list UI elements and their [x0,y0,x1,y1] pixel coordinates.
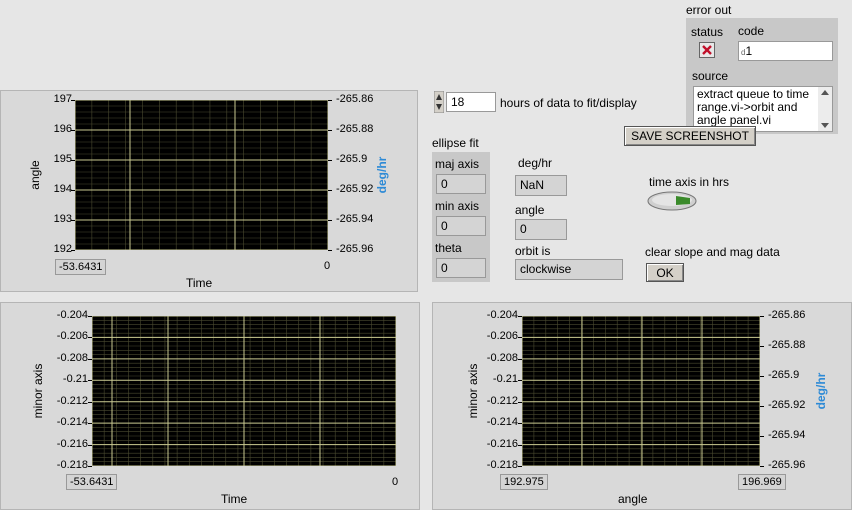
axis-tick-mark [328,130,332,131]
graph2-y-tick-label: -0.216 [56,437,88,450]
graph3-y2-tick-label: -265.96 [768,459,806,471]
graph1-y-tick-label: 196 [53,123,72,135]
graph2-x-min[interactable]: -53.6431 [66,474,118,490]
axis-tick-mark [760,376,764,377]
theta-value: 0 [436,258,486,278]
graph3-y-tick-label: -0.204 [486,309,518,321]
axis-tick-mark [71,250,75,251]
graph1-y-tick-label: 195 [53,153,72,165]
axis-tick-mark [88,466,92,467]
graph3-y-tick-label: -0.214 [486,416,518,429]
axis-tick-mark [328,100,332,101]
axis-tick-mark [760,436,764,437]
graph1-y-tick-label: 194 [53,183,72,195]
graph2-plot-area[interactable] [92,316,396,466]
scroll-arrows-icon[interactable] [818,87,832,131]
graph1-plot-area[interactable] [75,100,328,250]
graph1-y2-tick-label: -265.94 [336,213,374,225]
error-code-label: code [738,24,765,38]
axis-tick-mark [328,250,332,251]
graph3-x-min[interactable]: 192.975 [500,474,548,490]
graph1-y2-tick-label: -265.92 [336,183,374,195]
error-source-scrollbar[interactable] [818,87,832,131]
error-source-label: source [692,69,729,83]
save-screenshot-button[interactable]: SAVE SCREENSHOT [624,126,756,146]
angle-indicator-label: angle [515,203,545,217]
deg-hr-value: NaN [515,175,567,196]
deg-hr-label: deg/hr [518,156,553,170]
axis-tick-mark [328,220,332,221]
graph2-y-label: minor axis [31,363,45,419]
clear-label: clear slope and mag data [645,245,780,259]
axis-tick-mark [328,190,332,191]
graph1-y-tick-label: 192 [53,243,72,255]
graph3-y-tick-label: -0.218 [486,459,518,471]
graph2-y-tick-label: -0.21 [62,373,88,386]
graph3-y2-label: deg/hr [814,372,828,410]
graph3-y2-tick-label: -265.92 [768,399,806,411]
graph3-y-tick-label: -0.206 [486,330,518,343]
axis-tick-mark [328,160,332,161]
graph2-x-max: 0 [392,476,399,488]
graph1-y2-tick-label: -265.86 [336,93,374,105]
graph1-y2-tick-label: -265.9 [336,153,368,165]
graph1-y2-tick-label: -265.88 [336,123,374,135]
maj-axis-label: maj axis [435,157,480,171]
graph3-x-label: angle [618,492,648,506]
time-axis-label: time axis in hrs [649,175,730,189]
orbit-value: clockwise [515,259,623,280]
error-code-field[interactable]: d1 [738,41,833,61]
graph3-y2-tick-label: -265.9 [768,369,800,381]
graph1-y2-tick-label: -265.96 [336,243,374,255]
maj-axis-value: 0 [436,174,486,194]
error-status-label: status [691,25,724,39]
graph1-x-min[interactable]: -53.6431 [55,259,107,275]
min-axis-value: 0 [436,216,486,236]
graph1-y-tick-label: 197 [53,93,72,105]
axis-tick-mark [518,466,522,467]
graph2-y-tick-label: -0.214 [56,416,88,429]
stepper-arrows-icon[interactable] [433,90,445,114]
angle-indicator-value: 0 [515,219,567,240]
axis-tick-mark [760,406,764,407]
graph2-y-tick-label: -0.206 [56,330,88,343]
error-source-text: extract queue to time range.vi->orbit an… [697,87,810,127]
hours-stepper[interactable] [433,90,445,114]
time-axis-toggle[interactable] [646,190,698,212]
graph3-x-max[interactable]: 196.969 [738,474,786,490]
graph1-y-tick-label: 193 [53,213,72,225]
min-axis-label: min axis [435,199,480,213]
graph3-plot-area[interactable] [522,316,760,466]
graph3-y-tick-label: -0.21 [492,373,518,386]
graph1-x-max: 0 [324,260,331,272]
graph2-y-tick-label: -0.218 [56,459,88,471]
error-code-value: 1 [745,44,753,58]
graph3-y-tick-label: -0.212 [486,394,518,407]
graph1-y2-label: deg/hr [375,156,389,194]
graph3-y-tick-label: -0.208 [486,351,518,364]
clear-ok-button[interactable]: OK [646,263,684,282]
graph2-y-tick-label: -0.208 [56,351,88,364]
axis-tick-mark [760,346,764,347]
axis-tick-mark [760,466,764,467]
error-status-x-icon [699,42,715,58]
toggle-switch-icon[interactable] [646,190,698,212]
graph3-y-label: minor axis [466,363,480,419]
axis-tick-mark [760,316,764,317]
graph1-x-label: Time [186,276,213,290]
graph3-y-tick-label: -0.216 [486,437,518,450]
graph2-y-tick-label: -0.212 [56,394,88,407]
hours-input[interactable]: 18 [446,92,496,112]
orbit-label: orbit is [515,244,551,258]
graph2-y-tick-label: -0.204 [56,309,88,321]
graph3-y2-tick-label: -265.88 [768,339,806,351]
theta-label: theta [435,241,462,255]
ellipse-fit-title: ellipse fit [432,136,479,150]
graph2-x-label: Time [221,492,248,506]
hours-label: hours of data to fit/display [500,96,637,110]
graph3-y2-tick-label: -265.86 [768,309,806,321]
graph3-y2-tick-label: -265.94 [768,429,806,441]
error-out-title: error out [686,3,732,17]
